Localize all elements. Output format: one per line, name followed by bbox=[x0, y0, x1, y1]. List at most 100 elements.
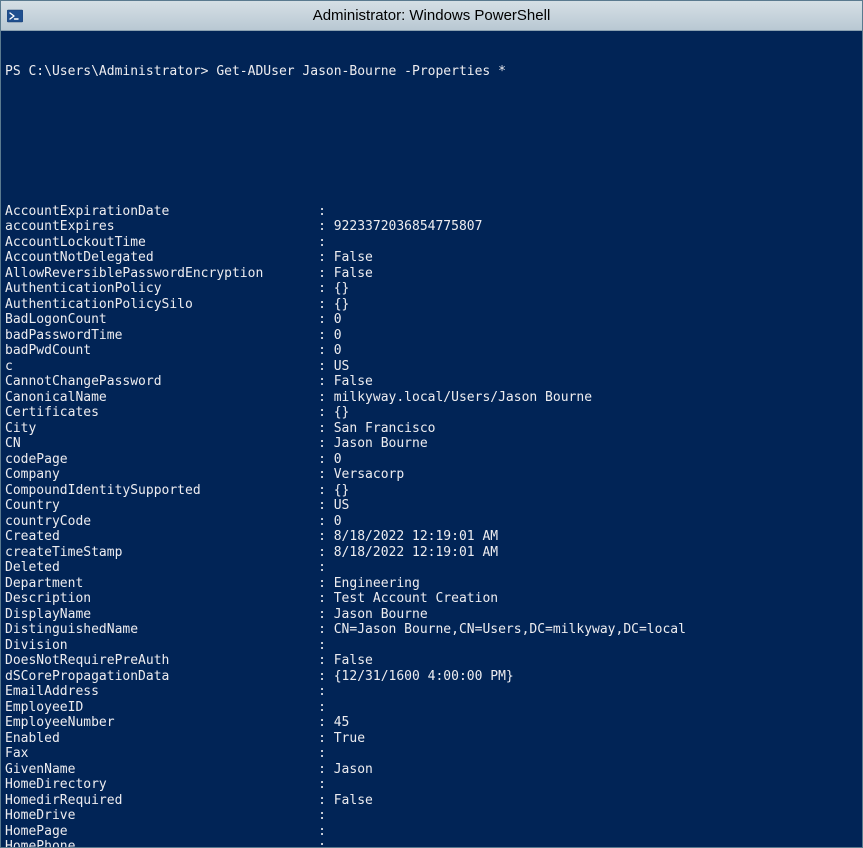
property-row: CanonicalName : milkyway.local/Users/Jas… bbox=[5, 390, 858, 406]
property-key: Deleted bbox=[5, 560, 318, 575]
property-value: {12/31/1600 4:00:00 PM} bbox=[334, 669, 514, 684]
property-value: False bbox=[334, 793, 373, 808]
property-separator: : bbox=[318, 374, 334, 389]
property-separator: : bbox=[318, 421, 334, 436]
property-row: City : San Francisco bbox=[5, 421, 858, 437]
property-value: 8/18/2022 12:19:01 AM bbox=[334, 529, 498, 544]
property-key: Division bbox=[5, 638, 318, 653]
property-separator: : bbox=[318, 731, 334, 746]
property-row: AuthenticationPolicy : {} bbox=[5, 281, 858, 297]
property-separator: : bbox=[318, 343, 334, 358]
property-value: San Francisco bbox=[334, 421, 436, 436]
property-key: AccountLockoutTime bbox=[5, 235, 318, 250]
property-key: dSCorePropagationData bbox=[5, 669, 318, 684]
property-value: 0 bbox=[334, 343, 342, 358]
property-key: HomePhone bbox=[5, 839, 318, 847]
property-value: US bbox=[334, 498, 350, 513]
property-separator: : bbox=[318, 653, 334, 668]
property-key: Company bbox=[5, 467, 318, 482]
property-value: US bbox=[334, 359, 350, 374]
property-separator: : bbox=[318, 266, 334, 281]
property-row: AllowReversiblePasswordEncryption : Fals… bbox=[5, 266, 858, 282]
property-separator: : bbox=[318, 638, 334, 653]
property-key: accountExpires bbox=[5, 219, 318, 234]
property-row: DistinguishedName : CN=Jason Bourne,CN=U… bbox=[5, 622, 858, 638]
property-row: DoesNotRequirePreAuth : False bbox=[5, 653, 858, 669]
property-row: HomedirRequired : False bbox=[5, 793, 858, 809]
property-separator: : bbox=[318, 436, 334, 451]
property-key: GivenName bbox=[5, 762, 318, 777]
property-row: CN : Jason Bourne bbox=[5, 436, 858, 452]
property-key: CanonicalName bbox=[5, 390, 318, 405]
property-separator: : bbox=[318, 281, 334, 296]
property-separator: : bbox=[318, 777, 334, 792]
property-key: DistinguishedName bbox=[5, 622, 318, 637]
property-row: Division : bbox=[5, 638, 858, 654]
property-value: {} bbox=[334, 483, 350, 498]
titlebar[interactable]: Administrator: Windows PowerShell bbox=[1, 1, 862, 31]
property-key: codePage bbox=[5, 452, 318, 467]
property-key: CN bbox=[5, 436, 318, 451]
property-row: countryCode : 0 bbox=[5, 514, 858, 530]
property-key: CompoundIdentitySupported bbox=[5, 483, 318, 498]
property-separator: : bbox=[318, 312, 334, 327]
property-value: False bbox=[334, 374, 373, 389]
property-key: Country bbox=[5, 498, 318, 513]
prompt-line: PS C:\Users\Administrator> Get-ADUser Ja… bbox=[5, 64, 858, 80]
property-separator: : bbox=[318, 498, 334, 513]
blank-line bbox=[5, 157, 858, 173]
property-value: {} bbox=[334, 297, 350, 312]
property-separator: : bbox=[318, 607, 334, 622]
property-separator: : bbox=[318, 715, 334, 730]
property-value: Versacorp bbox=[334, 467, 404, 482]
properties-list: AccountExpirationDate : accountExpires :… bbox=[5, 204, 858, 848]
property-row: Created : 8/18/2022 12:19:01 AM bbox=[5, 529, 858, 545]
property-separator: : bbox=[318, 576, 334, 591]
property-separator: : bbox=[318, 452, 334, 467]
property-separator: : bbox=[318, 746, 334, 761]
property-value: {} bbox=[334, 405, 350, 420]
property-separator: : bbox=[318, 622, 334, 637]
property-row: GivenName : Jason bbox=[5, 762, 858, 778]
property-key: HomePage bbox=[5, 824, 318, 839]
property-value: Jason Bourne bbox=[334, 607, 428, 622]
property-separator: : bbox=[318, 467, 334, 482]
property-row: Company : Versacorp bbox=[5, 467, 858, 483]
property-key: AccountNotDelegated bbox=[5, 250, 318, 265]
property-row: Department : Engineering bbox=[5, 576, 858, 592]
property-value: 45 bbox=[334, 715, 350, 730]
property-row: HomeDrive : bbox=[5, 808, 858, 824]
property-value: milkyway.local/Users/Jason Bourne bbox=[334, 390, 592, 405]
property-row: CompoundIdentitySupported : {} bbox=[5, 483, 858, 499]
property-value: 0 bbox=[334, 514, 342, 529]
property-key: BadLogonCount bbox=[5, 312, 318, 327]
property-value: {} bbox=[334, 281, 350, 296]
blank-line bbox=[5, 111, 858, 127]
property-row: Enabled : True bbox=[5, 731, 858, 747]
property-value: Test Account Creation bbox=[334, 591, 498, 606]
property-separator: : bbox=[318, 390, 334, 405]
property-key: c bbox=[5, 359, 318, 374]
property-key: HomeDrive bbox=[5, 808, 318, 823]
property-row: Fax : bbox=[5, 746, 858, 762]
property-row: DisplayName : Jason Bourne bbox=[5, 607, 858, 623]
property-row: AccountExpirationDate : bbox=[5, 204, 858, 220]
property-value: False bbox=[334, 250, 373, 265]
property-separator: : bbox=[318, 529, 334, 544]
property-key: Description bbox=[5, 591, 318, 606]
property-separator: : bbox=[318, 235, 334, 250]
property-separator: : bbox=[318, 359, 334, 374]
property-key: Created bbox=[5, 529, 318, 544]
property-key: badPwdCount bbox=[5, 343, 318, 358]
property-separator: : bbox=[318, 328, 334, 343]
property-separator: : bbox=[318, 560, 334, 575]
property-value: CN=Jason Bourne,CN=Users,DC=milkyway,DC=… bbox=[334, 622, 686, 637]
property-separator: : bbox=[318, 684, 334, 699]
property-value: False bbox=[334, 653, 373, 668]
property-separator: : bbox=[318, 483, 334, 498]
property-row: AccountNotDelegated : False bbox=[5, 250, 858, 266]
property-key: AuthenticationPolicy bbox=[5, 281, 318, 296]
property-key: AccountExpirationDate bbox=[5, 204, 318, 219]
console-area[interactable]: PS C:\Users\Administrator> Get-ADUser Ja… bbox=[1, 31, 862, 847]
powershell-icon bbox=[7, 8, 23, 24]
